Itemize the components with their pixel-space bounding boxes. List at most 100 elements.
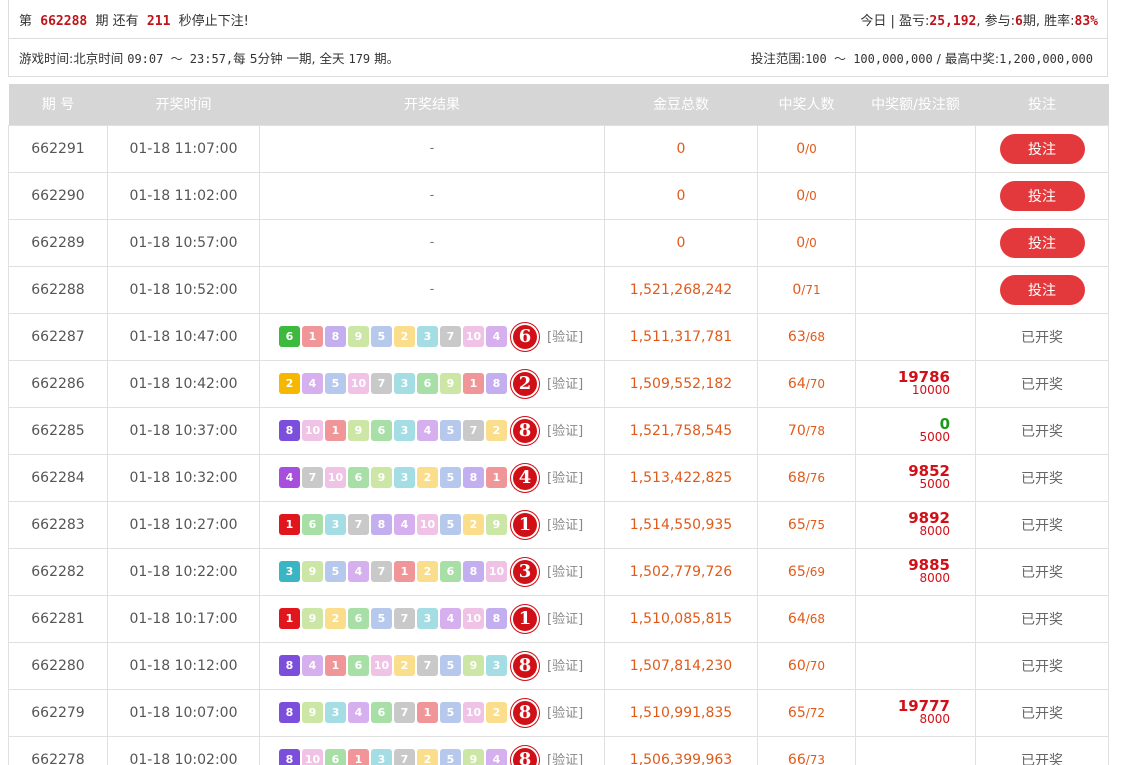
verify-link[interactable]: [验证]	[547, 753, 583, 765]
verify-link[interactable]: [验证]	[547, 659, 583, 674]
players: 68	[809, 329, 826, 344]
number-ball: 8	[371, 514, 392, 535]
win-bet-ratio: 0 5000	[855, 406, 976, 455]
ratio-bet: 5000	[919, 429, 950, 444]
number-ball: 1	[348, 749, 369, 765]
opened-status: 已开奖	[1021, 658, 1063, 675]
winner-count: 65/75	[757, 500, 856, 549]
total-issues: 179	[348, 52, 371, 66]
players: 75	[809, 517, 826, 532]
issue-number[interactable]: 662289	[8, 218, 108, 267]
result-balls: 1 9 2 6 5 7 3 4 10 8 1	[279, 604, 539, 633]
opened-status: 已开奖	[1021, 564, 1063, 581]
col-winners: 中奖人数	[757, 84, 856, 125]
issue-number[interactable]: 662283	[8, 500, 108, 549]
ratio-win: 19786	[897, 367, 950, 386]
number-ball: 5	[440, 655, 461, 676]
bet-action: 已开奖	[975, 641, 1109, 690]
number-ball: 5	[325, 561, 346, 582]
table-row: 662288 01-18 10:52:00 - 1,521,268,242 0/71 投注	[8, 265, 1109, 314]
bet-action: 已开奖	[975, 500, 1109, 549]
draw-time: 01-18 10:17:00	[107, 594, 260, 643]
number-ball: 3	[394, 467, 415, 488]
winners: 65	[787, 516, 806, 533]
win-bet-ratio	[855, 124, 976, 173]
verify-link[interactable]: [验证]	[547, 565, 583, 580]
issue-number[interactable]: 662278	[8, 735, 108, 765]
win-bet-ratio	[855, 171, 976, 220]
number-ball: 7	[371, 561, 392, 582]
bet-button[interactable]: 投注	[999, 133, 1085, 164]
draw-time: 01-18 10:42:00	[107, 359, 260, 408]
number-ball: 6	[325, 749, 346, 765]
bet-button[interactable]: 投注	[999, 274, 1085, 305]
number-ball: 9	[463, 749, 484, 765]
number-ball: 9	[486, 514, 507, 535]
issue-number[interactable]: 662288	[8, 265, 108, 314]
number-ball: 5	[371, 326, 392, 347]
draw-time: 01-18 11:07:00	[107, 124, 260, 173]
number-ball: 10	[463, 326, 484, 347]
col-issue: 期 号	[8, 84, 108, 125]
game-time-city: 北京时间	[73, 51, 124, 66]
issue-number[interactable]: 662285	[8, 406, 108, 455]
result-balls: 8 4 1 6 10 2 7 5 9 3 8	[279, 651, 539, 680]
number-ball: 4	[486, 326, 507, 347]
pending-result: -	[429, 282, 435, 297]
issue-number[interactable]: 662281	[8, 594, 108, 643]
draw-result: 8 4 1 6 10 2 7 5 9 3 8 [验证]	[259, 641, 605, 690]
bet-button[interactable]: 投注	[999, 227, 1085, 258]
opened-status: 已开奖	[1021, 470, 1063, 487]
bet-action: 已开奖	[975, 547, 1109, 596]
players: 70	[809, 658, 826, 673]
bet-action: 已开奖	[975, 312, 1109, 361]
winners: 0	[796, 140, 806, 157]
number-ball: 9	[302, 702, 323, 723]
issue-number[interactable]: 662280	[8, 641, 108, 690]
winner-count: 65/72	[757, 688, 856, 737]
number-ball: 9	[348, 326, 369, 347]
draw-result: 3 9 5 4 7 1 2 6 8 10 3 [验证]	[259, 547, 605, 596]
issue-number[interactable]: 662284	[8, 453, 108, 502]
winners: 64	[787, 375, 806, 392]
verify-link[interactable]: [验证]	[547, 377, 583, 392]
table-header: 期 号 开奖时间 开奖结果 金豆总数 中奖人数 中奖额/投注额 投注	[8, 84, 1109, 125]
winners: 0	[796, 234, 806, 251]
issue-number[interactable]: 662286	[8, 359, 108, 408]
number-ball: 4	[417, 420, 438, 441]
issue-number[interactable]: 662290	[8, 171, 108, 220]
bet-range-label: 投注范围:	[750, 51, 806, 66]
issue-number[interactable]: 662291	[8, 124, 108, 173]
number-ball: 9	[302, 561, 323, 582]
total-beans: 1,521,758,545	[604, 406, 758, 455]
draw-time: 01-18 10:07:00	[107, 688, 260, 737]
verify-link[interactable]: [验证]	[547, 330, 583, 345]
issue-number[interactable]: 662282	[8, 547, 108, 596]
verify-link[interactable]: [验证]	[547, 612, 583, 627]
number-ball: 4	[394, 514, 415, 535]
bet-range-info: 投注范围:100 ～ 100,000,000 / 最高中奖:1,200,000,…	[751, 48, 1093, 67]
number-ball: 2	[325, 608, 346, 629]
opened-status: 已开奖	[1021, 376, 1063, 393]
number-ball: 9	[371, 467, 392, 488]
verify-link[interactable]: [验证]	[547, 706, 583, 721]
issue-number[interactable]: 662287	[8, 312, 108, 361]
table-row: 662279 01-18 10:07:00 8 9 3 4 6 7 1 5 10 2 8 [验证] 1,51…	[8, 688, 1109, 737]
table-row: 662282 01-18 10:22:00 3 9 5 4 7 1 2 6 8 10 3 [验证] 1,50…	[8, 547, 1109, 596]
bet-button[interactable]: 投注	[999, 180, 1085, 211]
draw-result: 1 6 3 7 8 4 10 5 2 9 1 [验证]	[259, 500, 605, 549]
issue-number[interactable]: 662279	[8, 688, 108, 737]
result-ball: 6	[511, 322, 539, 351]
countdown-text: 第 662288 期 还有 211 秒停止下注!	[19, 10, 249, 29]
verify-link[interactable]: [验证]	[547, 518, 583, 533]
bet-action: 已开奖	[975, 735, 1109, 765]
draw-result: -	[259, 265, 605, 314]
verify-link[interactable]: [验证]	[547, 471, 583, 486]
win-bet-ratio	[855, 735, 976, 765]
win-bet-ratio	[855, 594, 976, 643]
draw-result: 8 10 6 1 3 7 2 5 9 4 8 [验证]	[259, 735, 605, 765]
verify-link[interactable]: [验证]	[547, 424, 583, 439]
draw-result: -	[259, 171, 605, 220]
draw-result: 6 1 8 9 5 2 3 7 10 4 6 [验证]	[259, 312, 605, 361]
table-row: 662285 01-18 10:37:00 8 10 1 9 6 3 4 5 7 2 8 [验证] 1,52…	[8, 406, 1109, 455]
